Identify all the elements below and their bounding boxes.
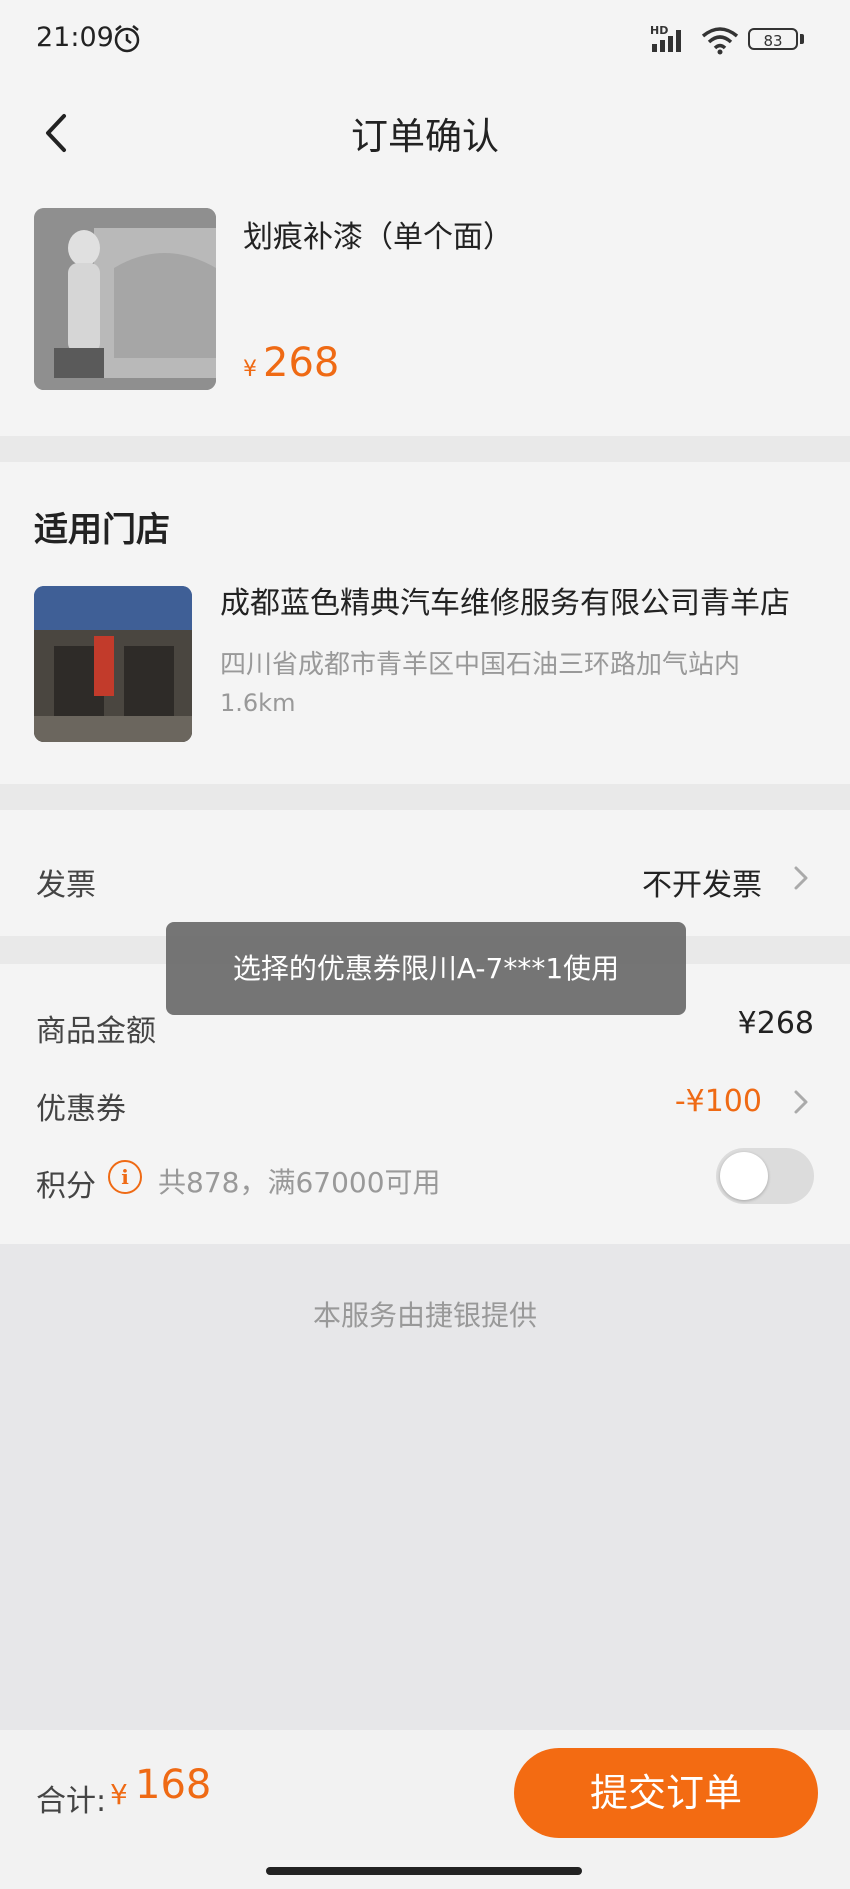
section-divider	[0, 784, 850, 810]
page-title: 订单确认	[351, 115, 499, 158]
points-label: 积分	[36, 1169, 96, 1204]
home-indicator[interactable]	[266, 1867, 582, 1875]
chevron-right-icon[interactable]	[792, 1088, 810, 1116]
store-image	[34, 586, 192, 742]
store-name[interactable]: 成都蓝色精典汽车维修服务有限公司青羊店	[220, 578, 820, 622]
store-distance: 1.6km	[220, 689, 296, 717]
submit-order-button[interactable]: 提交订单	[514, 1748, 818, 1838]
price-currency: ¥	[243, 357, 257, 382]
store-section-title: 适用门店	[34, 510, 170, 550]
points-toggle[interactable]	[716, 1148, 814, 1204]
battery-icon: 83	[748, 28, 798, 50]
status-bar: 21:09 HD 83	[0, 0, 850, 80]
coupon-value[interactable]: -¥100	[675, 1084, 762, 1119]
wifi-icon	[701, 27, 739, 55]
price-value: 268	[263, 340, 340, 386]
goods-amount-value: ¥268	[737, 1006, 814, 1041]
product-price: ¥268	[243, 340, 339, 386]
status-time: 21:09	[36, 22, 114, 53]
signal-icon	[652, 30, 681, 52]
chevron-right-icon[interactable]	[792, 864, 810, 892]
info-icon[interactable]: i	[108, 1160, 142, 1194]
product-image	[34, 208, 216, 390]
toast-message: 选择的优惠券限川A-7***1使用	[166, 922, 686, 1015]
store-address: 四川省成都市青羊区中国石油三环路加气站内	[220, 650, 741, 680]
points-description: 共878，满67000可用	[158, 1166, 441, 1199]
product-name: 划痕补漆（单个面）	[243, 220, 513, 255]
total-label: 合计:	[36, 1784, 107, 1819]
invoice-label: 发票	[36, 868, 96, 903]
service-provider-text: 本服务由捷银提供	[312, 1299, 537, 1332]
section-divider	[0, 436, 850, 462]
coupon-label: 优惠券	[36, 1092, 126, 1127]
battery-tip	[800, 34, 804, 44]
alarm-icon	[114, 25, 140, 53]
total-value: 168	[135, 1762, 212, 1808]
total-currency: ¥	[110, 1778, 128, 1811]
invoice-value[interactable]: 不开发票	[642, 860, 762, 904]
toggle-knob	[720, 1152, 768, 1200]
goods-amount-label: 商品金额	[36, 1014, 156, 1049]
